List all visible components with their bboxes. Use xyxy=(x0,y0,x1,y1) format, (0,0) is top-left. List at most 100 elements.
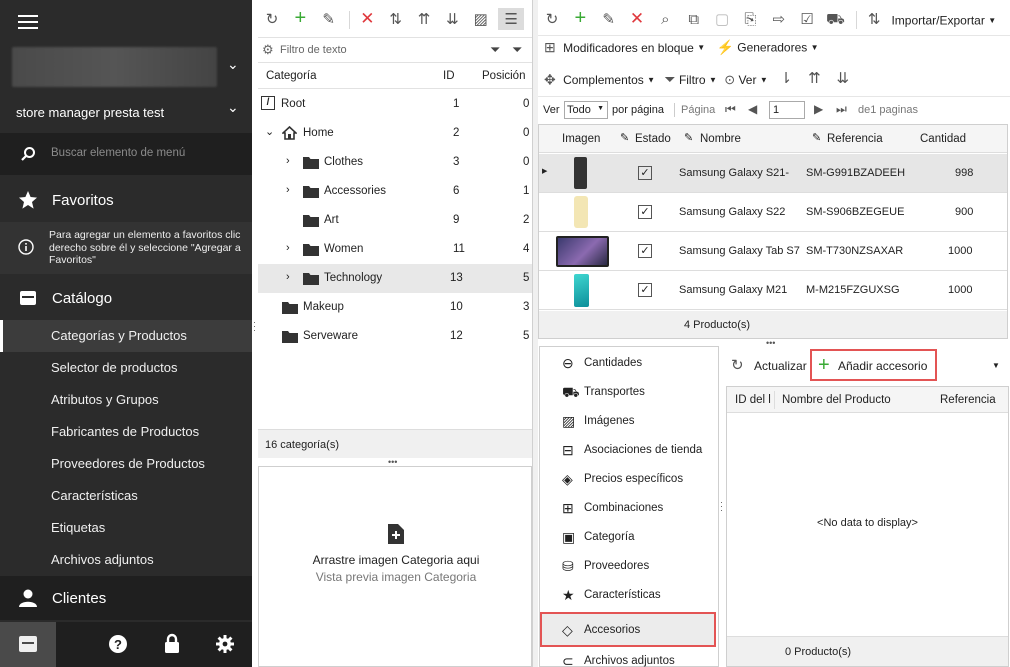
sort-down-icon[interactable]: ⇊ xyxy=(832,67,854,89)
prev-page-icon[interactable]: ◀ xyxy=(748,102,757,116)
menu-item-categories-products[interactable]: Categorías y Productos xyxy=(0,320,252,352)
lock-icon[interactable] xyxy=(163,633,181,654)
favorites-section[interactable]: Favoritos xyxy=(0,178,252,222)
edit-icon[interactable]: ✎ xyxy=(318,8,340,30)
dropdown-caret-icon[interactable]: ▼ xyxy=(992,361,1000,370)
col-name[interactable]: Nombre xyxy=(700,133,741,145)
import-export-menu[interactable]: Importar/Exportar xyxy=(891,13,984,27)
move-up-down-icon[interactable]: ⇅ xyxy=(385,8,407,30)
chevron-down-icon[interactable]: ⌄ xyxy=(265,125,274,138)
delete-icon[interactable]: ✕ xyxy=(626,8,648,30)
image-icon[interactable]: ▨ xyxy=(470,8,492,30)
col-image[interactable]: Imagen xyxy=(562,133,600,145)
sort-up-icon[interactable]: ⇈ xyxy=(803,67,825,89)
refresh-icon[interactable]: ↻ xyxy=(541,8,563,30)
col-status[interactable]: Estado xyxy=(635,133,671,145)
duplicate-icon[interactable]: ⎘ xyxy=(739,8,761,30)
add-icon[interactable]: + xyxy=(289,7,311,29)
status-checkbox[interactable]: ✓ xyxy=(638,166,652,180)
status-checkbox[interactable]: ✓ xyxy=(638,244,652,258)
menu-item-tags[interactable]: Etiquetas xyxy=(0,512,252,544)
product-row[interactable]: ▶ ✓ Samsung Galaxy S21- SM-G991BZADEEH 9… xyxy=(539,154,1007,193)
category-row-selected[interactable]: › Technology 13 5 xyxy=(258,264,532,293)
gear-icon[interactable] xyxy=(215,634,235,654)
category-row[interactable]: › Accessories 6 1 xyxy=(258,177,532,206)
filter-list-icon[interactable]: ☰ xyxy=(498,7,525,30)
tab-images[interactable]: ▨ Imágenes xyxy=(540,406,718,435)
search-icon[interactable]: ⌕ xyxy=(654,8,676,30)
col-quantity[interactable]: Cantidad xyxy=(920,133,966,145)
status-checkbox[interactable]: ✓ xyxy=(638,205,652,219)
menu-item-product-selector[interactable]: Selector de productos xyxy=(0,352,252,384)
category-filter-input[interactable]: Filtro de texto xyxy=(280,44,347,56)
chevron-right-icon[interactable]: › xyxy=(286,184,290,196)
col-id[interactable]: ID xyxy=(443,70,455,82)
next-page-icon[interactable]: ▶ xyxy=(814,102,823,116)
menu-item-attachments[interactable]: Archivos adjuntos xyxy=(0,544,252,576)
store-tab[interactable] xyxy=(0,622,56,667)
tab-store-associations[interactable]: ⊟ Asociaciones de tienda xyxy=(540,435,718,464)
category-row[interactable]: / Root 1 0 xyxy=(258,90,532,119)
product-row[interactable]: ✓ Samsung Galaxy S22 SM-S906BZEGEUE 900 xyxy=(539,193,1007,232)
refresh-button[interactable]: Actualizar xyxy=(754,359,807,373)
status-checkbox[interactable]: ✓ xyxy=(638,283,652,297)
menu-item-manufacturers[interactable]: Fabricantes de Productos xyxy=(0,416,252,448)
paste-icon[interactable]: ▢ xyxy=(711,8,733,30)
filter-menu[interactable]: Filtro xyxy=(679,73,706,87)
help-icon[interactable]: ? xyxy=(108,634,128,654)
edit-icon[interactable]: ✎ xyxy=(598,8,620,30)
per-page-select[interactable]: Todo ▼ xyxy=(564,101,608,119)
move-icon[interactable]: ⇨ xyxy=(768,8,790,30)
menu-item-suppliers[interactable]: Proveedores de Productos xyxy=(0,448,252,480)
bulk-modifiers-menu[interactable]: Modificadores en bloque xyxy=(563,41,694,55)
menu-item-attributes[interactable]: Atributos y Grupos xyxy=(0,384,252,416)
tab-combinations[interactable]: ⊞ Combinaciones xyxy=(540,493,718,522)
category-image-drop-zone[interactable]: Arrastre imagen Categoria aqui Vista pre… xyxy=(258,466,532,667)
first-page-icon[interactable]: ⏮ xyxy=(725,102,736,117)
filter-icon[interactable]: ⏷ xyxy=(490,42,500,58)
col-position[interactable]: Posición xyxy=(482,70,525,82)
category-row[interactable]: › Clothes 3 0 xyxy=(258,148,532,177)
generators-menu[interactable]: Generadores xyxy=(737,41,807,55)
tab-features[interactable]: ★ Características xyxy=(540,580,718,609)
category-row[interactable]: ⌄ Home 2 0 xyxy=(258,119,532,148)
tab-specific-prices[interactable]: ◈ Precios específicos xyxy=(540,464,718,493)
import-export-icon[interactable]: ⇅ xyxy=(863,8,885,30)
chevron-right-icon[interactable]: › xyxy=(286,155,290,167)
page-input[interactable]: 1 xyxy=(769,101,805,119)
col-product-name[interactable]: Nombre del Producto xyxy=(782,394,891,406)
category-filter-row[interactable]: ⚙ Filtro de texto ⏷ ⏷ xyxy=(258,38,532,63)
add-icon[interactable]: + xyxy=(569,7,591,29)
sort-up-icon[interactable]: ⇈ xyxy=(413,8,435,30)
product-row[interactable]: ✓ Samsung Galaxy Tab S7 SM-T730NZSAXAR 1… xyxy=(539,232,1007,271)
col-id[interactable]: ID del l xyxy=(735,394,771,406)
tab-accessories[interactable]: ◇ Accesorios xyxy=(540,612,716,647)
col-reference[interactable]: Referencia xyxy=(940,394,996,406)
catalog-section[interactable]: Catálogo xyxy=(0,276,252,320)
splitter-handle[interactable]: · · · xyxy=(252,318,257,340)
sort-az-icon[interactable]: ⇂ xyxy=(775,67,797,89)
refresh-icon[interactable]: ↻ xyxy=(261,8,283,30)
check-icon[interactable]: ☑ xyxy=(796,8,818,30)
copy-icon[interactable]: ⧉ xyxy=(683,8,705,30)
truck-icon[interactable]: ⛟ xyxy=(824,9,846,31)
tab-attachments[interactable]: ⊂ Archivos adjuntos xyxy=(540,646,718,667)
addons-menu[interactable]: Complementos xyxy=(563,73,644,87)
category-row[interactable]: Makeup 10 3 xyxy=(258,293,532,322)
clients-section[interactable]: Clientes xyxy=(0,576,252,620)
category-row[interactable]: › Women 11 4 xyxy=(258,235,532,264)
chevron-right-icon[interactable]: › xyxy=(286,271,290,283)
tab-suppliers[interactable]: ⛁ Proveedores xyxy=(540,551,718,580)
settings-icon[interactable]: ⚙ xyxy=(262,42,274,58)
category-row[interactable]: Serveware 12 5 xyxy=(258,322,532,351)
hamburger-menu-icon[interactable] xyxy=(18,13,38,31)
last-page-icon[interactable]: ⏭ xyxy=(836,102,847,117)
tab-category[interactable]: ▣ Categoría xyxy=(540,522,718,551)
store-name[interactable]: store manager presta test xyxy=(16,105,164,120)
add-accessory-button[interactable]: + Añadir accesorio xyxy=(810,349,937,381)
sort-down-icon[interactable]: ⇊ xyxy=(441,8,463,30)
view-menu[interactable]: Ver xyxy=(738,73,756,87)
col-reference[interactable]: Referencia xyxy=(827,133,883,145)
clear-filter-icon[interactable]: ⏷ xyxy=(512,42,522,58)
tab-shipping[interactable]: ⛟ Transportes xyxy=(540,377,718,406)
